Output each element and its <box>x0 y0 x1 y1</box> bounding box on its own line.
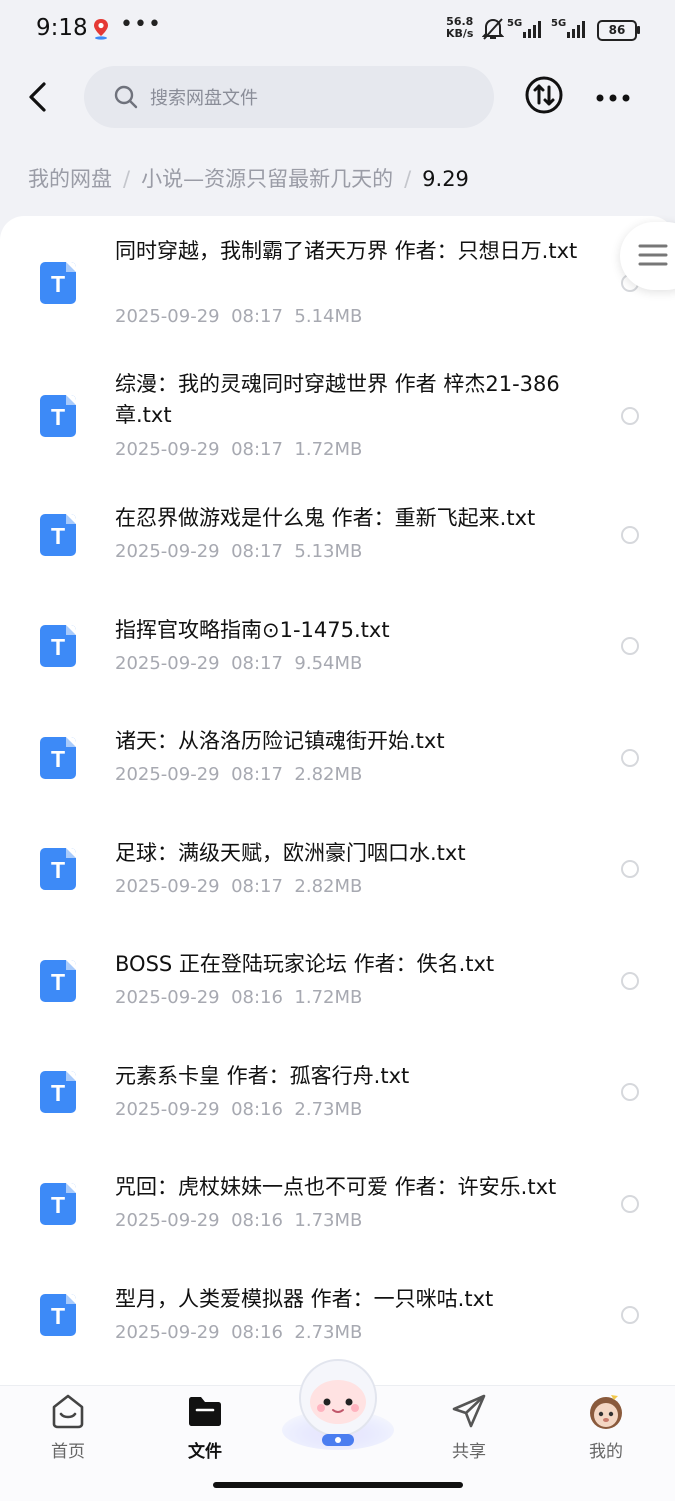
status-time: 9:18 <box>36 15 88 41</box>
file-name: 同时穿越，我制霸了诸天万界 作者：只想日万.txt <box>115 239 578 263</box>
svg-text:5G: 5G <box>507 18 522 29</box>
search-input[interactable]: 搜索网盘文件 <box>84 66 494 128</box>
file-name: 咒回：虎杖妹妹一点也不可爱 作者：许安乐.txt <box>115 1175 557 1199</box>
file-name: 诸天：从洛洛历险记镇魂街开始.txt <box>115 729 445 753</box>
top-header: 搜索网盘文件 <box>0 58 675 138</box>
location-pin-icon <box>94 19 108 40</box>
search-icon <box>114 85 138 109</box>
battery-tip <box>637 26 640 34</box>
breadcrumb-root[interactable]: 我的网盘 <box>28 167 112 191</box>
signal-5g-icon-2: 5G <box>551 17 591 43</box>
select-checkbox[interactable] <box>621 1306 639 1324</box>
file-row[interactable]: T 诸天：从洛洛历险记镇魂街开始.txt 2025-09-29 08:17 2.… <box>0 707 675 818</box>
breadcrumb-separator: / <box>123 167 131 191</box>
text-file-icon: T <box>40 960 76 1002</box>
file-meta: 2025-09-29 08:17 2.82MB <box>115 764 363 785</box>
select-checkbox[interactable] <box>621 1083 639 1101</box>
file-meta: 2025-09-29 08:17 5.13MB <box>115 541 363 562</box>
file-meta: 2025-09-29 08:17 2.82MB <box>115 876 363 897</box>
select-checkbox[interactable] <box>621 526 639 544</box>
select-checkbox[interactable] <box>621 407 639 425</box>
svg-text:5G: 5G <box>551 18 566 29</box>
text-file-icon: T <box>40 625 76 667</box>
text-file-icon: T <box>40 848 76 890</box>
bell-muted-icon <box>482 18 504 40</box>
file-meta: 2025-09-29 08:16 2.73MB <box>115 1099 363 1120</box>
file-name: 指挥官攻略指南⊙1-1475.txt <box>115 618 390 642</box>
network-speed: 56.8 KB/s <box>446 15 474 40</box>
home-indicator <box>213 1482 463 1488</box>
transfer-icon[interactable] <box>524 75 564 115</box>
select-checkbox[interactable] <box>621 972 639 990</box>
nav-mine-label: 我的 <box>589 1442 623 1462</box>
file-row[interactable]: T 指挥官攻略指南⊙1-1475.txt 2025-09-29 08:17 9.… <box>0 595 675 707</box>
share-icon <box>452 1394 486 1428</box>
more-options-icon[interactable] <box>595 94 631 102</box>
select-checkbox[interactable] <box>621 860 639 878</box>
file-row[interactable]: T 咒回：虎杖妹妹一点也不可爱 作者：许安乐.txt 2025-09-29 08… <box>0 1153 675 1264</box>
text-file-icon: T <box>40 1183 76 1225</box>
file-meta: 2025-09-29 08:16 1.73MB <box>115 1210 363 1231</box>
text-file-icon: T <box>40 395 76 437</box>
text-file-icon: T <box>40 262 76 304</box>
nav-files-label: 文件 <box>188 1442 222 1462</box>
text-file-icon: T <box>40 737 76 779</box>
list-menu-icon <box>638 244 668 266</box>
file-row[interactable]: T 足球：满级天赋，欧洲豪门咽口水.txt 2025-09-29 08:17 2… <box>0 818 675 930</box>
file-row[interactable]: T 同时穿越，我制霸了诸天万界 作者：只想日万.txt 2025-09-29 0… <box>0 216 675 349</box>
status-bar: 9:18 ••• 56.8 KB/s 5G 5G 86 <box>0 0 675 58</box>
signal-5g-icon-1: 5G <box>507 17 547 43</box>
more-notifications-icon: ••• <box>120 12 162 37</box>
back-arrow-icon[interactable] <box>24 80 54 114</box>
file-name: 型月，人类爱模拟器 作者：一只咪咕.txt <box>115 1287 494 1311</box>
breadcrumb-current: 9.29 <box>422 167 469 191</box>
file-row[interactable]: T BOSS 正在登陆玩家论坛 作者：佚名.txt 2025-09-29 08:… <box>0 930 675 1041</box>
text-file-icon: T <box>40 1071 76 1113</box>
assistant-mascot-icon[interactable] <box>278 1352 398 1452</box>
select-checkbox[interactable] <box>621 637 639 655</box>
file-name: BOSS 正在登陆玩家论坛 作者：佚名.txt <box>115 952 495 976</box>
file-meta: 2025-09-29 08:17 9.54MB <box>115 653 363 674</box>
text-file-icon: T <box>40 514 76 556</box>
file-name: 在忍界做游戏是什么鬼 作者：重新飞起来.txt <box>115 506 536 530</box>
file-row[interactable]: T 在忍界做游戏是什么鬼 作者：重新飞起来.txt 2025-09-29 08:… <box>0 484 675 595</box>
file-meta: 2025-09-29 08:17 1.72MB <box>115 439 363 460</box>
folder-icon <box>189 1397 221 1426</box>
file-row[interactable]: T 综漫：我的灵魂同时穿越世界 作者 梓杰21-386章.txt 2025-09… <box>0 350 675 484</box>
breadcrumb-separator: / <box>404 167 412 191</box>
file-meta: 2025-09-29 08:17 5.14MB <box>115 306 363 327</box>
file-name: 足球：满级天赋，欧洲豪门咽口水.txt <box>115 841 466 865</box>
file-meta: 2025-09-29 08:16 1.72MB <box>115 987 363 1008</box>
file-row[interactable]: T 元素系卡皇 作者：孤客行舟.txt 2025-09-29 08:16 2.7… <box>0 1041 675 1153</box>
text-file-icon: T <box>40 1294 76 1336</box>
breadcrumb: 我的网盘 / 小说—资源只留最新几天的 / 9.29 <box>28 163 469 193</box>
search-placeholder: 搜索网盘文件 <box>150 88 258 109</box>
nav-share-label: 共享 <box>452 1442 486 1462</box>
select-checkbox[interactable] <box>621 749 639 767</box>
file-name: 综漫：我的灵魂同时穿越世界 作者 梓杰21-386章.txt <box>115 372 560 427</box>
file-name: 元素系卡皇 作者：孤客行舟.txt <box>115 1064 410 1088</box>
home-icon <box>52 1394 84 1429</box>
avatar-icon <box>590 1395 622 1429</box>
nav-home-label: 首页 <box>51 1442 85 1462</box>
select-checkbox[interactable] <box>621 1195 639 1213</box>
breadcrumb-folder[interactable]: 小说—资源只留最新几天的 <box>141 167 393 191</box>
battery-indicator: 86 <box>597 20 637 41</box>
file-meta: 2025-09-29 08:16 2.73MB <box>115 1322 363 1343</box>
